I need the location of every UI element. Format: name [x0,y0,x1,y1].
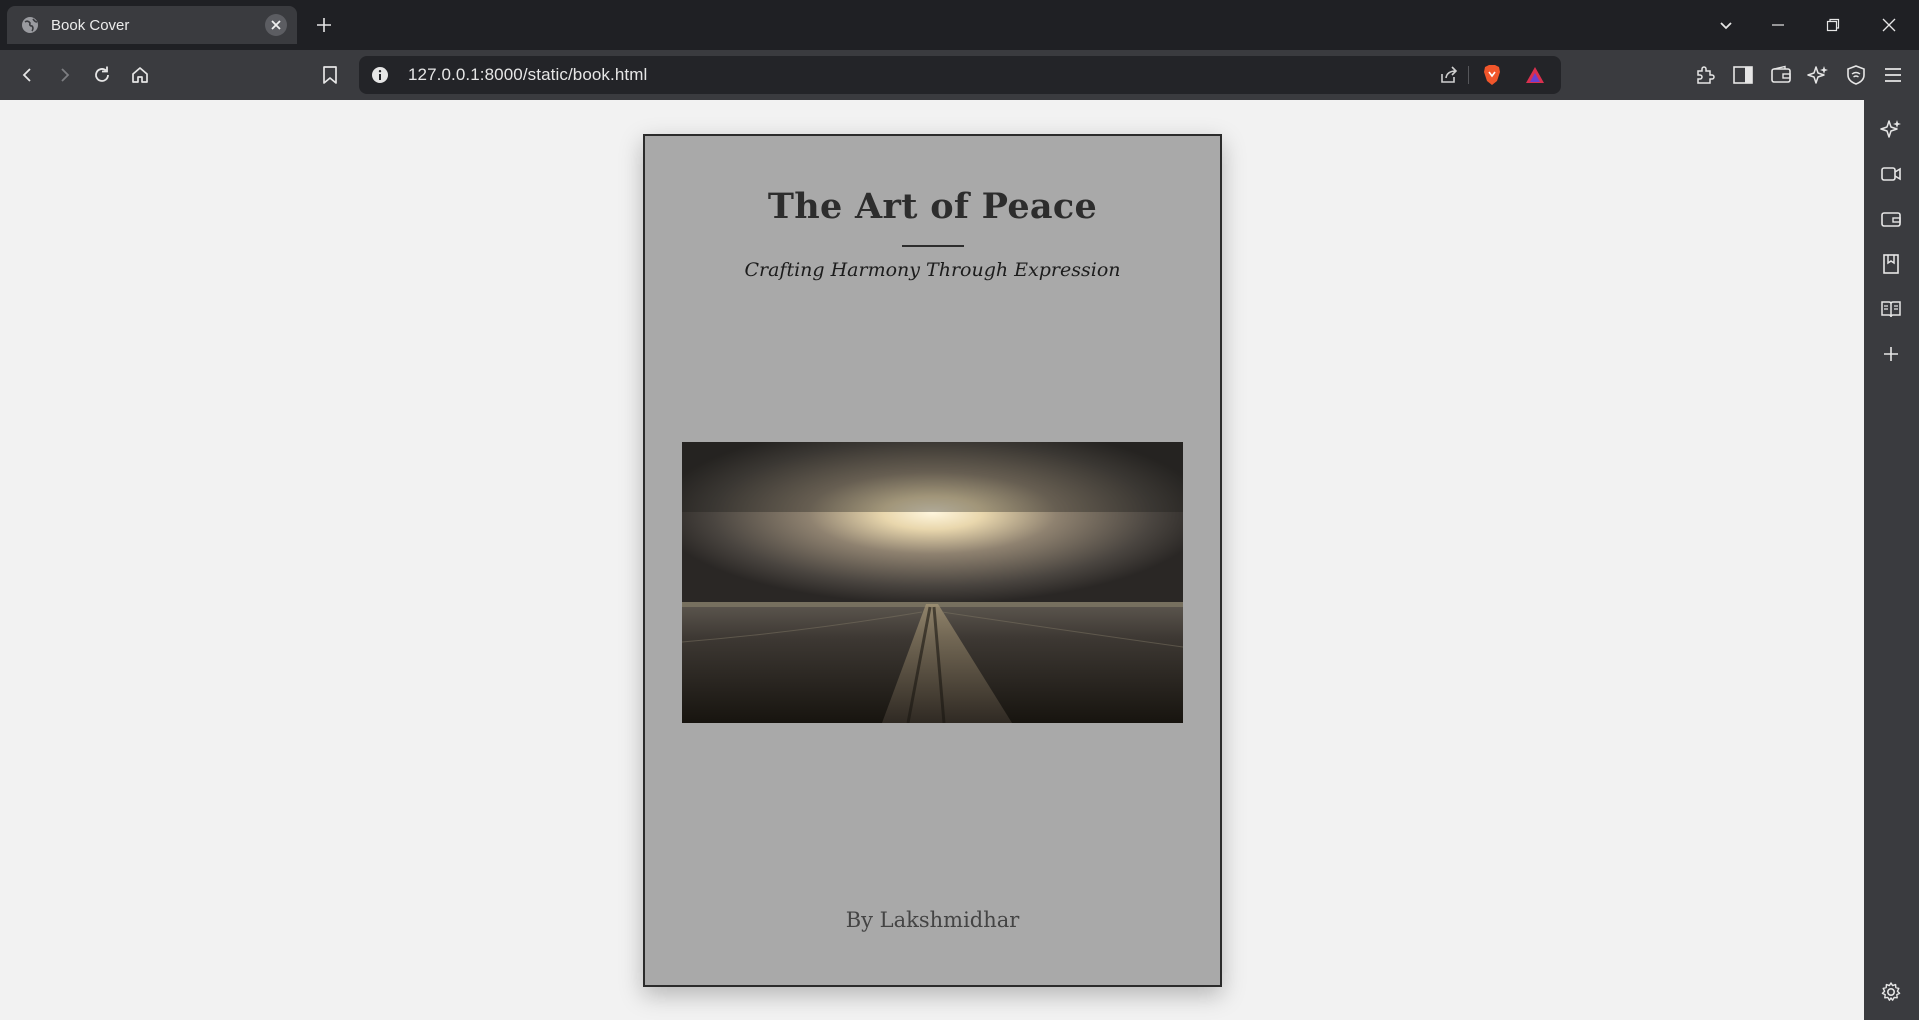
page-viewport: The Art of Peace Crafting Harmony Throug… [0,100,1864,1020]
share-icon[interactable] [1437,64,1461,86]
vpn-shield-icon[interactable] [1843,62,1869,88]
close-tab-icon[interactable] [265,14,287,36]
forward-icon[interactable] [52,62,78,88]
tab-search-chevron-icon[interactable] [1713,12,1739,38]
tab-strip: Book Cover [0,0,1919,50]
close-window-icon[interactable] [1876,12,1902,38]
bookmarks-panel-icon[interactable] [1878,251,1904,277]
site-info-icon[interactable] [370,65,390,85]
home-icon[interactable] [127,62,153,88]
brave-shields-icon[interactable] [1480,64,1504,86]
tab-title: Book Cover [51,16,130,34]
brave-talk-icon[interactable] [1878,161,1904,187]
back-icon[interactable] [14,62,40,88]
menu-icon[interactable] [1880,62,1906,88]
book-title: The Art of Peace [767,186,1098,227]
browser-window: Book Cover 127.0.0.1:8000/static/book.ht… [0,0,1919,1020]
minimize-icon[interactable] [1765,12,1791,38]
reload-icon[interactable] [89,62,115,88]
bookmark-icon[interactable] [317,62,343,88]
book-author: By Lakshmidhar [845,908,1020,932]
url-divider [1468,66,1469,84]
side-panel [1864,100,1919,1020]
sidebar-wallet-icon[interactable] [1878,206,1904,232]
tab-book-cover[interactable]: Book Cover [7,6,297,44]
url-text: 127.0.0.1:8000/static/book.html [408,65,648,84]
brave-rewards-icon[interactable] [1523,64,1547,86]
address-bar[interactable]: 127.0.0.1:8000/static/book.html [359,56,1561,94]
title-divider [902,245,964,247]
sidebar-toggle-icon[interactable] [1730,62,1756,88]
sidebar-settings-icon[interactable] [1878,979,1904,1005]
leo-ai-icon[interactable] [1805,62,1831,88]
add-panel-icon[interactable] [1878,341,1904,367]
navigation-toolbar: 127.0.0.1:8000/static/book.html [0,50,1919,100]
wallet-icon[interactable] [1768,62,1794,88]
globe-icon [21,16,39,34]
reading-list-icon[interactable] [1878,296,1904,322]
book-cover: The Art of Peace Crafting Harmony Throug… [643,134,1222,987]
leo-sidebar-icon[interactable] [1878,116,1904,142]
book-subtitle: Crafting Harmony Through Expression [744,259,1121,281]
extensions-icon[interactable] [1692,62,1718,88]
restore-icon[interactable] [1820,12,1846,38]
new-tab-icon[interactable] [311,12,337,38]
cover-photo [682,442,1183,723]
